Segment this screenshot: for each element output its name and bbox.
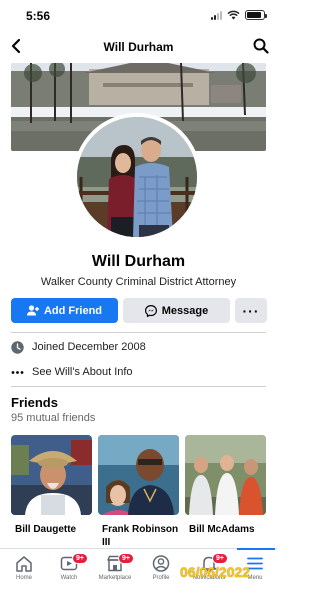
more-options-button[interactable]: ···: [235, 298, 267, 323]
tab-label: Watch: [60, 575, 78, 581]
profile-bio: Walker County Criminal District Attorney: [40, 276, 237, 288]
add-friend-button[interactable]: Add Friend: [11, 298, 118, 323]
friend-name: Bill McAdams: [189, 524, 255, 535]
divider: [11, 386, 266, 387]
page-title: Will Durham: [103, 40, 174, 54]
friend-photo: [98, 435, 179, 515]
more-dots-icon: [11, 370, 24, 374]
add-friend-icon: [26, 305, 39, 316]
joined-row: Joined December 2008: [11, 338, 146, 356]
wifi-icon: [227, 10, 240, 20]
joined-text: Joined December 2008: [32, 341, 146, 353]
nav-bar: Will Durham: [0, 32, 277, 62]
about-info-text: See Will's About Info: [32, 366, 133, 378]
friend-card[interactable]: Bill Daugette: [11, 435, 92, 547]
profile-name: Will Durham: [91, 253, 186, 270]
signal-icon: [211, 10, 222, 20]
friend-card[interactable]: Frank Robinson III: [98, 435, 179, 548]
notification-badge: 9+: [118, 553, 134, 564]
tab-profile[interactable]: Profile: [137, 555, 185, 581]
battery-icon: [245, 10, 267, 20]
message-label: Message: [161, 304, 209, 317]
date-watermark: 06/06/2022: [180, 564, 251, 580]
tab-label: Home: [15, 575, 32, 581]
about-info-link[interactable]: See Will's About Info: [11, 363, 133, 381]
messenger-icon: [144, 304, 157, 317]
tab-watch[interactable]: 9+ Watch: [45, 553, 93, 581]
tab-label: Marketplace: [98, 575, 132, 581]
more-options-icon: ···: [242, 302, 260, 319]
clock-icon: [11, 340, 24, 354]
tab-home[interactable]: Home: [0, 555, 48, 581]
profile-icon: [152, 555, 170, 572]
friend-card[interactable]: Bill McAdams: [185, 435, 266, 547]
friend-photo: [185, 435, 266, 515]
divider: [11, 332, 266, 333]
active-tab-indicator: [237, 548, 275, 550]
message-button[interactable]: Message: [123, 298, 230, 323]
friend-name: Bill Daugette: [15, 524, 77, 535]
profile-picture[interactable]: [73, 113, 201, 241]
tab-marketplace[interactable]: 9+ Marketplace: [91, 553, 139, 581]
mutual-friends-count[interactable]: 95 mutual friends: [11, 412, 95, 424]
home-icon: [16, 556, 32, 572]
search-icon[interactable]: [253, 38, 269, 54]
add-friend-label: Add Friend: [43, 304, 103, 317]
tab-label: Profile: [152, 575, 170, 581]
friend-photo: [11, 435, 92, 515]
profile-picture-image: [77, 117, 197, 237]
status-icons: [211, 10, 267, 20]
friend-name: Frank Robinson III: [102, 524, 179, 548]
notification-badge: 9+: [72, 553, 88, 564]
status-time: 5:56: [26, 9, 51, 23]
status-bar: 5:56: [0, 0, 277, 32]
friends-title: Friends: [11, 395, 58, 410]
notification-badge: 9+: [212, 553, 228, 564]
